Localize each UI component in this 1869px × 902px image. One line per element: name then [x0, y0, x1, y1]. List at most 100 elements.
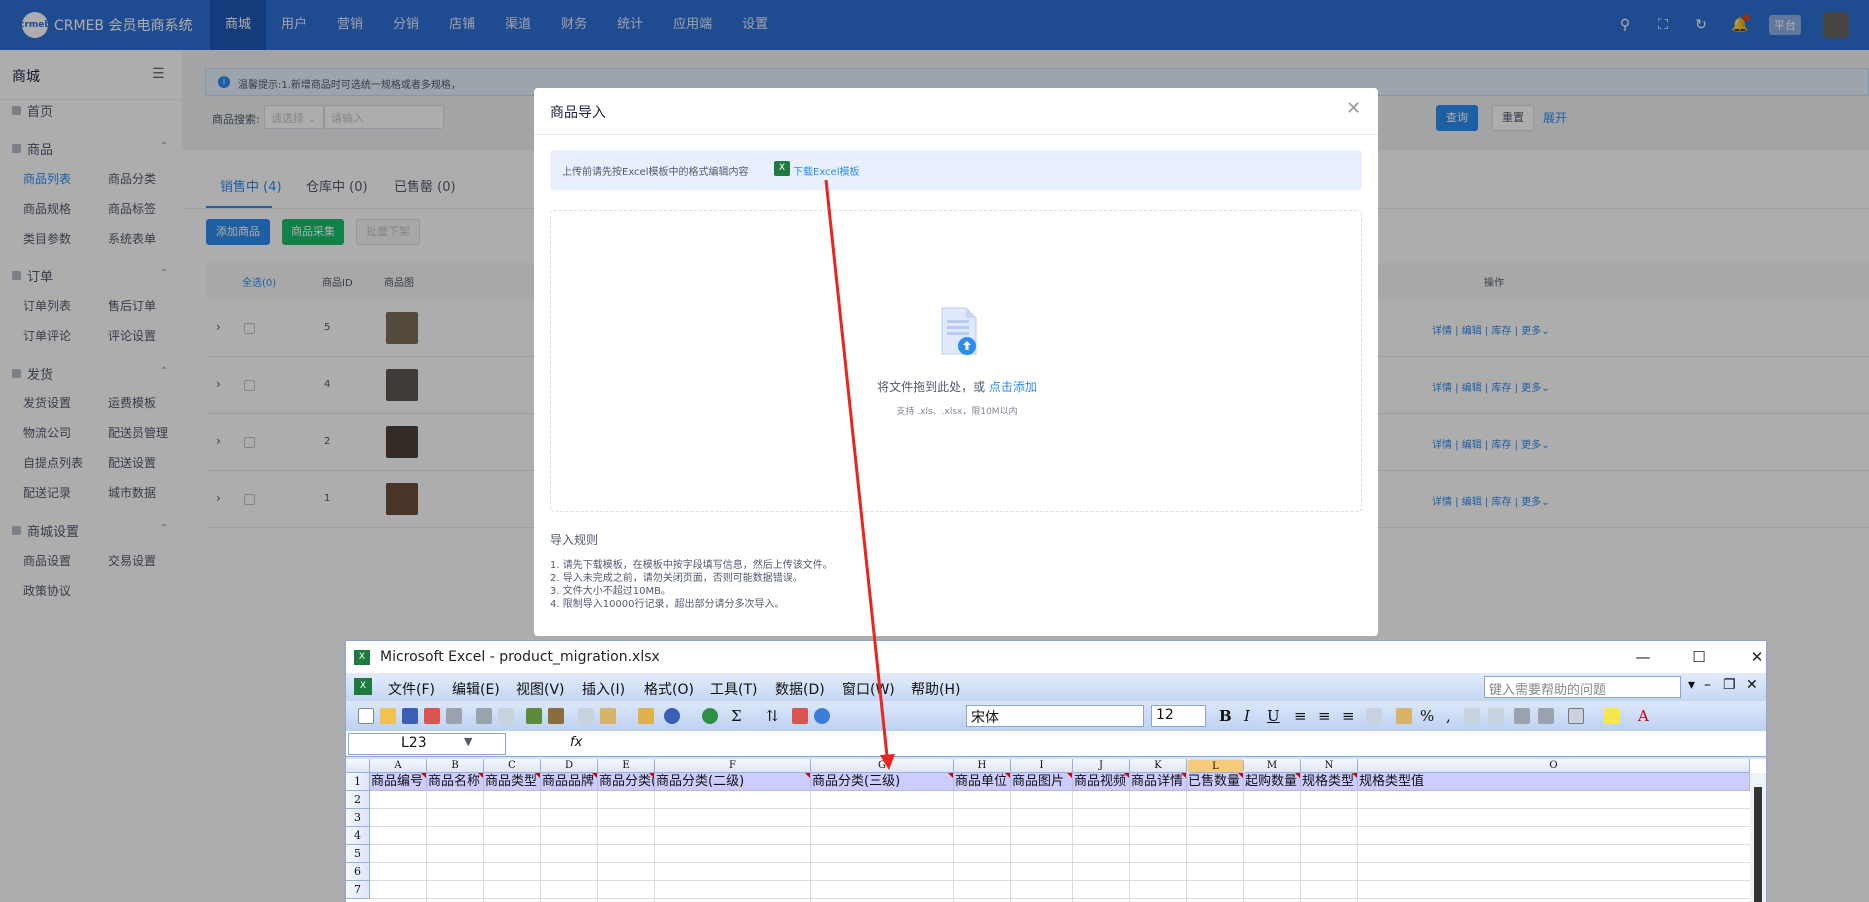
close-icon[interactable]: ✕ [1734, 645, 1780, 669]
column-header[interactable]: B [427, 759, 484, 773]
undo-icon[interactable] [664, 708, 680, 724]
close-icon[interactable]: ✕ [1346, 98, 1361, 119]
row-header[interactable]: 7 [346, 881, 370, 899]
menu-format[interactable]: 格式(O) [644, 679, 694, 699]
row-header[interactable]: 4 [346, 827, 370, 845]
doc-minimize-icon[interactable]: – [1704, 677, 1711, 693]
header-cell[interactable]: 商品类型 [484, 773, 541, 791]
header-cell[interactable]: 商品名称 [427, 773, 484, 791]
row-header[interactable]: 6 [346, 863, 370, 881]
new-icon[interactable] [358, 708, 374, 724]
row-header[interactable]: 2 [346, 791, 370, 809]
menu-window[interactable]: 窗口(W) [842, 679, 895, 699]
vertical-scrollbar[interactable] [1750, 773, 1766, 902]
increase-indent-icon[interactable] [1538, 708, 1554, 724]
font-size-select[interactable]: 12 [1151, 705, 1206, 727]
fx-icon[interactable]: fx [570, 735, 582, 750]
spreadsheet-grid[interactable]: A B C D E F G H I J K L M N O 1 2 3 4 5 … [346, 759, 1766, 902]
row-header[interactable]: 1 [346, 773, 370, 791]
header-cell[interactable]: 商品分类(三级) [811, 773, 954, 791]
doc-close-icon[interactable]: ✕ [1746, 677, 1758, 693]
column-header[interactable]: I [1011, 759, 1073, 773]
borders-icon[interactable] [1568, 708, 1584, 724]
menu-edit[interactable]: 编辑(E) [452, 679, 500, 699]
upload-dropzone[interactable]: 将文件拖到此处，或 点击添加 支持 .xls、.xlsx，限10M以内 [550, 210, 1362, 512]
align-left-icon[interactable]: ≡ [1294, 707, 1307, 725]
decrease-indent-icon[interactable] [1514, 708, 1530, 724]
decrease-decimal-icon[interactable] [1488, 708, 1504, 724]
fill-color-icon[interactable] [1604, 708, 1620, 724]
name-box[interactable]: L23 [348, 733, 506, 755]
header-cell[interactable]: 商品单位 [954, 773, 1011, 791]
header-cell[interactable]: 商品编号 [370, 773, 427, 791]
currency-icon[interactable] [1396, 708, 1412, 724]
header-cell[interactable]: 规格类型 [1301, 773, 1358, 791]
print-icon[interactable] [446, 708, 462, 724]
percent-icon[interactable]: % [1420, 707, 1434, 725]
row-header[interactable]: 3 [346, 809, 370, 827]
header-cell[interactable]: 已售数量 [1187, 773, 1244, 791]
research-icon[interactable] [548, 708, 564, 724]
header-cell[interactable]: 商品分类(一级) [598, 773, 655, 791]
format-painter-icon[interactable] [638, 708, 654, 724]
comma-icon[interactable]: , [1446, 707, 1451, 725]
help-dropdown-icon[interactable]: ▾ [1688, 677, 1695, 693]
select-all-corner[interactable] [346, 759, 370, 773]
column-header[interactable]: J [1073, 759, 1130, 773]
increase-decimal-icon[interactable] [1464, 708, 1480, 724]
menu-data[interactable]: 数据(D) [775, 679, 825, 699]
copy-icon[interactable] [578, 708, 594, 724]
column-header[interactable]: O [1358, 759, 1750, 773]
bold-button[interactable]: B [1219, 707, 1232, 725]
column-header[interactable]: F [655, 759, 811, 773]
name-box-dropdown-icon[interactable]: ▼ [464, 735, 472, 748]
column-header[interactable]: C [484, 759, 541, 773]
underline-button[interactable]: U [1267, 707, 1280, 725]
column-header[interactable]: E [598, 759, 655, 773]
scrollbar-thumb[interactable] [1754, 787, 1762, 902]
header-cell[interactable]: 商品图片 [1011, 773, 1073, 791]
menu-file[interactable]: 文件(F) [388, 679, 435, 699]
help-search-input[interactable]: 键入需要帮助的问题 [1484, 676, 1681, 698]
column-header[interactable]: G [811, 759, 954, 773]
column-header[interactable]: A [370, 759, 427, 773]
align-right-icon[interactable]: ≡ [1342, 707, 1355, 725]
permission-icon[interactable] [424, 708, 440, 724]
hyperlink-icon[interactable] [702, 708, 718, 724]
column-header-selected[interactable]: L [1187, 759, 1244, 773]
download-template-link[interactable]: 下载Excel模板 [793, 163, 860, 178]
menu-view[interactable]: 视图(V) [516, 679, 565, 699]
minimize-icon[interactable]: — [1620, 645, 1666, 669]
doc-restore-icon[interactable]: ❐ [1723, 677, 1736, 693]
header-cell[interactable]: 商品详情 [1130, 773, 1187, 791]
open-icon[interactable] [380, 708, 396, 724]
header-cell[interactable]: 商品品牌 [541, 773, 598, 791]
align-center-icon[interactable]: ≡ [1318, 707, 1331, 725]
italic-button[interactable]: I [1244, 707, 1250, 725]
column-header[interactable]: M [1244, 759, 1301, 773]
font-name-select[interactable]: 宋体 [966, 705, 1144, 727]
menu-tools[interactable]: 工具(T) [710, 679, 757, 699]
zoom-preview-icon[interactable] [498, 708, 514, 724]
column-header[interactable]: H [954, 759, 1011, 773]
column-header[interactable]: N [1301, 759, 1358, 773]
click-add-link[interactable]: 点击添加 [989, 380, 1037, 394]
sort-icon[interactable]: ⇅ [766, 707, 779, 725]
chart-wizard-icon[interactable] [792, 708, 808, 724]
print-preview-icon[interactable] [476, 708, 492, 724]
row-header[interactable]: 5 [346, 845, 370, 863]
merge-center-icon[interactable] [1366, 708, 1382, 724]
header-cell[interactable]: 规格类型值 [1358, 773, 1750, 791]
autosum-icon[interactable]: Σ [731, 707, 742, 725]
header-cell[interactable]: 商品视频 [1073, 773, 1130, 791]
maximize-icon[interactable]: ☐ [1676, 645, 1722, 669]
header-cell[interactable]: 商品分类(二级) [655, 773, 811, 791]
menu-help[interactable]: 帮助(H) [911, 679, 960, 699]
spelling-icon[interactable] [526, 708, 542, 724]
paste-icon[interactable] [600, 708, 616, 724]
font-color-icon[interactable]: A [1638, 707, 1649, 725]
save-icon[interactable] [402, 708, 418, 724]
menu-insert[interactable]: 插入(I) [582, 679, 625, 699]
column-header[interactable]: K [1130, 759, 1187, 773]
header-cell[interactable]: 起购数量 [1244, 773, 1301, 791]
